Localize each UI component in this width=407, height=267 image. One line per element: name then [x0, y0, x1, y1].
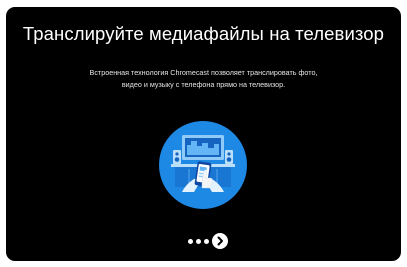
description-line-2: видео и музыку с телефона прямо на телев…	[121, 80, 286, 89]
onboarding-screen: Транслируйте медиафайлы на телевизор Вст…	[6, 7, 401, 261]
next-button[interactable]	[212, 233, 228, 249]
page-dot-1	[188, 239, 193, 244]
chevron-right-icon	[217, 236, 223, 246]
page-dot-3	[204, 239, 209, 244]
page-dot-2	[196, 239, 201, 244]
description-line-1: Встроенная технология Chromecast позволя…	[89, 68, 318, 77]
cast-media-to-tv-illustration-icon	[159, 121, 247, 209]
page-title: Транслируйте медиафайлы на телевизор	[22, 23, 385, 44]
pager	[6, 233, 401, 251]
cast-illustration	[158, 120, 248, 210]
